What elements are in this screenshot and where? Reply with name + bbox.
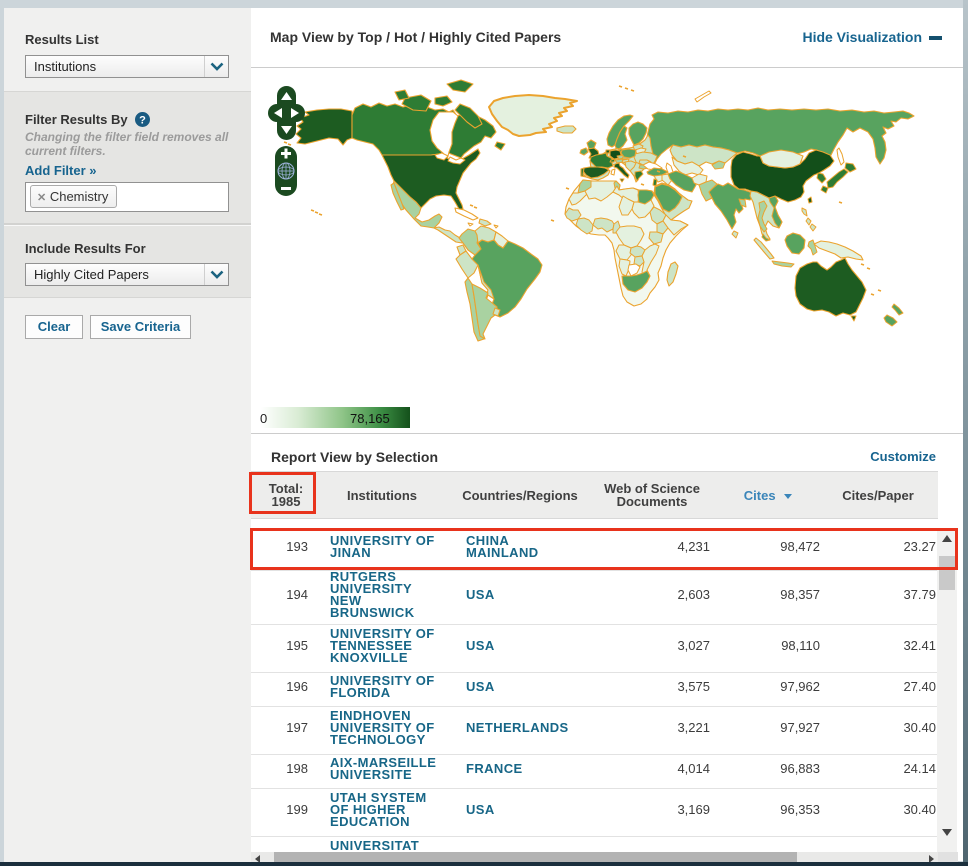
- svg-text:0: 0: [260, 411, 267, 426]
- svg-text:?: ?: [139, 115, 146, 127]
- svg-text:78,165: 78,165: [350, 411, 390, 426]
